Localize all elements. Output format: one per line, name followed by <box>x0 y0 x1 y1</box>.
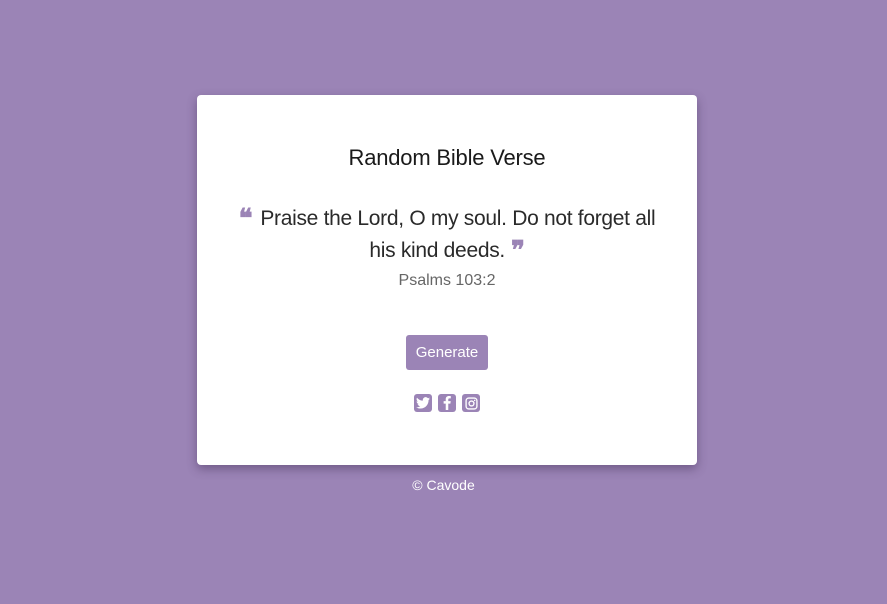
facebook-icon[interactable] <box>438 394 456 412</box>
close-quote-icon: ❞ <box>510 236 525 266</box>
twitter-icon[interactable] <box>414 394 432 412</box>
instagram-icon[interactable] <box>462 394 480 412</box>
generate-button[interactable]: Generate <box>406 335 488 370</box>
verse-quote: ❝ Praise the Lord, O my soul. Do not forg… <box>237 203 657 267</box>
footer-credit: © Cavode <box>412 477 475 493</box>
verse-text: Praise the Lord, O my soul. Do not forge… <box>260 207 656 262</box>
verse-reference: Psalms 103:2 <box>398 272 496 289</box>
open-quote-icon: ❝ <box>238 204 253 234</box>
page-title: Random Bible Verse <box>348 145 546 170</box>
social-links <box>197 394 697 412</box>
verse-card: Random Bible Verse ❝ Praise the Lord, O m… <box>197 95 697 465</box>
